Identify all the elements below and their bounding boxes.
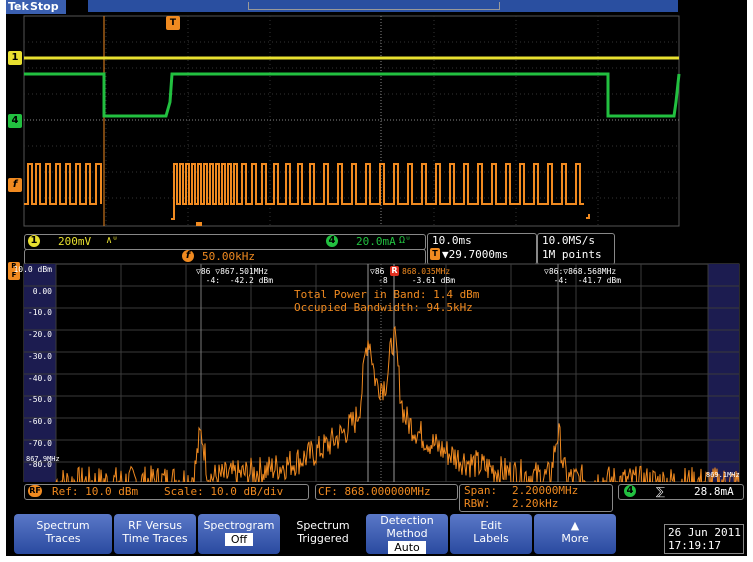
softkey-label: Spectrum (296, 519, 350, 532)
db-tick-label: -70.0 (27, 438, 52, 448)
db-tick-label: -40.0 (27, 373, 52, 383)
record-length: 1M points (542, 248, 602, 261)
marker-right-readout: ▽86:▽868.568MHz -4: -41.7 dBm (544, 267, 622, 285)
rising-edge-icon: ⅀ (656, 485, 665, 498)
record-view-bar[interactable] (88, 0, 678, 12)
softkey-value: Auto (388, 541, 426, 554)
softkey-label: Triggered (297, 532, 349, 545)
ch4-readout-badge: 4 (326, 235, 338, 247)
spectrum-triggered-button[interactable]: Spectrum Triggered (282, 514, 364, 554)
ch1-readout-badge: 1 (28, 235, 40, 247)
rbw-value: 2.20kHz (512, 497, 559, 510)
marker-center-freq: 868.035MHz (402, 267, 451, 276)
softkey-label: Time Traces (122, 532, 188, 545)
sample-rate: 10.0MS/s (542, 234, 595, 247)
softkey-label: Spectrogram (203, 519, 275, 532)
db-tick-label: 0.00 (32, 286, 52, 296)
spectrum-traces-button[interactable]: Spectrum Traces (14, 514, 112, 554)
marker-left-readout: ▽86 ▽867.501MHz -4: -42.2 dBm (196, 267, 274, 285)
math-badge[interactable]: f (8, 178, 22, 192)
total-power-in-band: Total Power in Band: 1.4 dBm (294, 288, 480, 301)
occupied-bandwidth: Occupied Bandwidth: 94.5kHz (294, 301, 473, 314)
date: 26 Jun 2011 (668, 526, 741, 539)
ch1-badge[interactable]: 1 (8, 51, 22, 65)
db-tick-label: 10.0 dBm (13, 265, 52, 274)
reference-marker-badge: R (390, 266, 399, 276)
math-readout-badge: f (182, 250, 194, 262)
detection-method-button[interactable]: Detection Method Auto (366, 514, 448, 554)
softkey-label: Traces (45, 532, 81, 545)
db-tick-label: -10.0 (27, 308, 52, 318)
trigger-icon: T (430, 248, 440, 260)
softkey-label: Method (386, 527, 428, 540)
ch4-scale: 20.0mA (356, 235, 396, 248)
ch1-coupling: ∧ᵘ (106, 235, 119, 246)
up-arrow-icon: ▲ (570, 519, 580, 532)
softkey-label: Labels (473, 532, 509, 545)
brand-logo: Tek (8, 0, 29, 13)
run-state: Stop (30, 0, 59, 13)
rf-scale: Scale: 10.0 dB/div (164, 485, 284, 498)
trigger-position: ▼29.7000ms (442, 248, 509, 261)
softkey-label: Detection (380, 514, 434, 527)
trigger-position-marker[interactable]: T (166, 16, 180, 30)
rf-readout-badge: RF (28, 485, 42, 497)
edit-labels-button[interactable]: Edit Labels (450, 514, 532, 554)
more-button[interactable]: ▲ More (534, 514, 616, 554)
trigger-level: 28.8mA (694, 485, 734, 498)
softkey-label: More (561, 532, 589, 545)
start-frequency: 867.9MHz (26, 455, 60, 463)
center-frequency: CF: 868.000000MHz (318, 485, 431, 498)
db-tick-label: -50.0 (27, 395, 52, 405)
rbw-label: RBW: (464, 497, 491, 510)
span-value: 2.20000MHz (512, 484, 579, 497)
spectrogram-button[interactable]: Spectrogram Off (198, 514, 280, 554)
marker-center-id: ▽86 (370, 267, 385, 276)
rf-vs-time-traces-button[interactable]: RF Versus Time Traces (114, 514, 196, 554)
db-tick-label: -30.0 (27, 351, 52, 361)
softkey-label: RF Versus (128, 519, 182, 532)
time: 17:19:17 (668, 539, 721, 552)
softkey-value: Off (224, 533, 254, 546)
oscilloscope-screen: Tek Stop 1 4 f T 1 200mV ∧ᵘ 4 20.0mA Ωᵘ … (6, 0, 747, 556)
span-label: Span: (464, 484, 498, 497)
rf-reference-level: Ref: 10.0 dBm (52, 485, 139, 498)
stop-frequency: 869.1MHz (706, 471, 740, 479)
db-tick-label: -60.0 (27, 416, 52, 426)
timebase: 10.0ms (432, 234, 472, 247)
marker-center-level: -8 -3.61 dBm (378, 276, 456, 285)
ch4-coupling: Ωᵘ (399, 235, 412, 246)
softkey-label: Spectrum (36, 519, 90, 532)
ch4-badge[interactable]: 4 (8, 114, 22, 128)
record-view-window[interactable] (248, 2, 500, 10)
trigger-source-badge: 4 (624, 485, 636, 497)
softkey-label: Edit (480, 519, 502, 532)
db-tick-label: -20.0 (27, 330, 52, 340)
ch1-scale: 200mV (58, 235, 92, 248)
waveform-graticule (23, 15, 681, 227)
